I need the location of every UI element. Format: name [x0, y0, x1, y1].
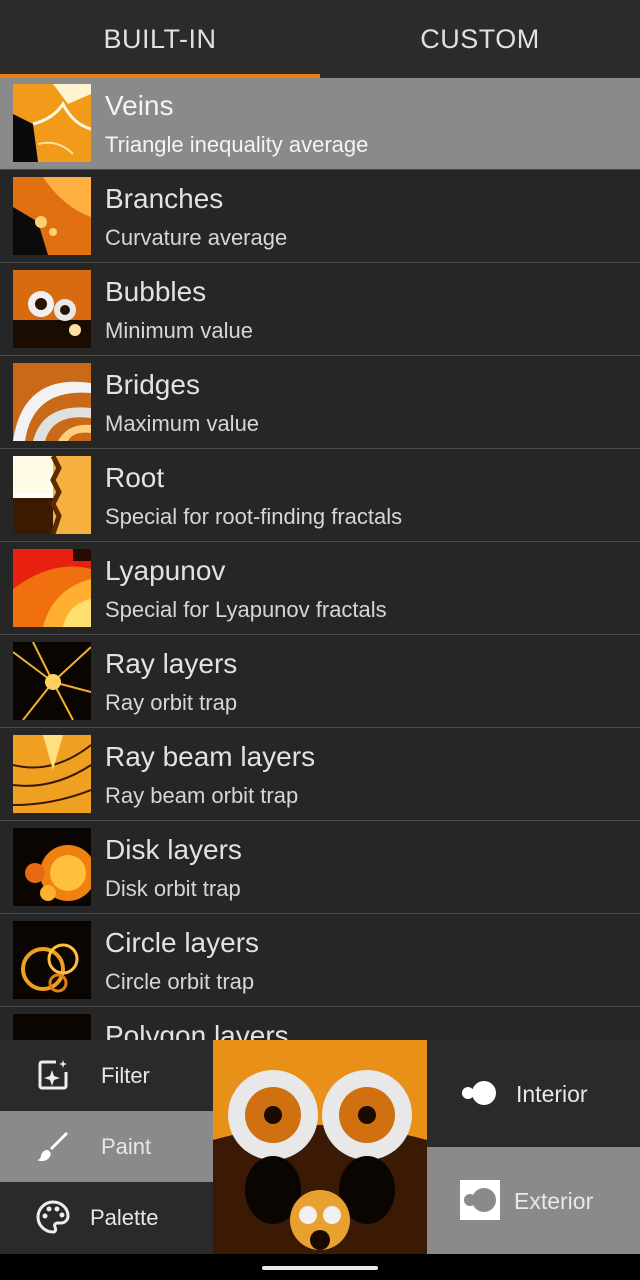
- palette-icon: [36, 1200, 70, 1234]
- system-nav-bar: [0, 1254, 640, 1280]
- bubbles-thumbnail: [13, 270, 91, 348]
- item-subtitle: Special for Lyapunov fractals: [105, 597, 387, 622]
- list-item[interactable]: Bridges Maximum value: [0, 357, 640, 449]
- interior-label: Interior: [516, 1081, 588, 1107]
- item-subtitle: Circle orbit trap: [105, 969, 255, 994]
- disk-layers-thumbnail: [13, 828, 91, 906]
- exterior-toggle-icon: [460, 1180, 500, 1220]
- ray-beam-layers-thumbnail: [13, 735, 91, 813]
- item-subtitle: Minimum value: [105, 318, 253, 343]
- item-subtitle: Maximum value: [105, 411, 260, 436]
- palette-label: Palette: [90, 1204, 159, 1230]
- filter-button[interactable]: Filter: [0, 1040, 213, 1111]
- circle-layers-thumbnail: [13, 921, 91, 999]
- tab-custom[interactable]: CUSTOM: [320, 0, 640, 78]
- item-title: Bridges: [105, 369, 200, 400]
- item-title: Polygon layers: [105, 1020, 289, 1040]
- item-subtitle: Curvature average: [105, 225, 288, 250]
- bottom-panel: Filter Paint Palette Interior Exterior: [0, 1040, 640, 1254]
- list-item[interactable]: Ray beam layers Ray beam orbit trap: [0, 729, 640, 821]
- item-subtitle: Disk orbit trap: [105, 876, 241, 901]
- list-item[interactable]: Branches Curvature average: [0, 171, 640, 263]
- branches-thumbnail: [13, 177, 91, 255]
- paint-button[interactable]: Paint: [0, 1111, 213, 1182]
- list-item[interactable]: Disk layers Disk orbit trap: [0, 822, 640, 914]
- list-item[interactable]: Polygon layers: [0, 1008, 640, 1040]
- fractal-preview[interactable]: [213, 1040, 427, 1254]
- item-title: Ray layers: [105, 648, 238, 679]
- item-subtitle: Ray beam orbit trap: [105, 783, 299, 808]
- palette-button[interactable]: Palette: [0, 1182, 213, 1253]
- home-handle[interactable]: [262, 1266, 378, 1270]
- list-item[interactable]: Root Special for root-finding fractals: [0, 450, 640, 542]
- lyapunov-thumbnail: [13, 549, 91, 627]
- item-title: Root: [105, 462, 165, 493]
- list-item[interactable]: Circle layers Circle orbit trap: [0, 915, 640, 1007]
- item-title: Veins: [105, 90, 174, 121]
- paint-label: Paint: [101, 1133, 152, 1159]
- root-thumbnail: [13, 456, 91, 534]
- interior-toggle-icon: [462, 1081, 496, 1105]
- exterior-label: Exterior: [514, 1188, 594, 1214]
- filter-label: Filter: [101, 1062, 150, 1088]
- ray-layers-thumbnail: [13, 642, 91, 720]
- brush-icon: [37, 1132, 68, 1162]
- tab-bar: BUILT-IN CUSTOM: [0, 0, 640, 78]
- list-item[interactable]: Bubbles Minimum value: [0, 264, 640, 356]
- item-subtitle: Triangle inequality average: [105, 132, 369, 157]
- interior-button[interactable]: Interior: [427, 1040, 640, 1147]
- item-title: Lyapunov: [105, 555, 226, 586]
- polygon-layers-thumbnail: [13, 1014, 91, 1040]
- tab-built-in[interactable]: BUILT-IN: [0, 0, 320, 78]
- item-title: Disk layers: [105, 834, 242, 865]
- list-item[interactable]: Veins Triangle inequality average: [0, 78, 640, 170]
- filter-sparkle-icon: [38, 1060, 68, 1090]
- list-item[interactable]: Lyapunov Special for Lyapunov fractals: [0, 543, 640, 635]
- item-title: Branches: [105, 183, 224, 214]
- item-title: Bubbles: [105, 276, 207, 307]
- exterior-button[interactable]: Exterior: [427, 1147, 640, 1254]
- coloring-method-list[interactable]: Veins Triangle inequality average Branch…: [0, 78, 640, 1040]
- item-title: Circle layers: [105, 927, 260, 958]
- list-item[interactable]: Ray layers Ray orbit trap: [0, 636, 640, 728]
- item-subtitle: Special for root-finding fractals: [105, 504, 403, 529]
- bridges-thumbnail: [13, 363, 91, 441]
- item-title: Ray beam layers: [105, 741, 316, 772]
- item-subtitle: Ray orbit trap: [105, 690, 238, 715]
- veins-thumbnail: [13, 84, 91, 162]
